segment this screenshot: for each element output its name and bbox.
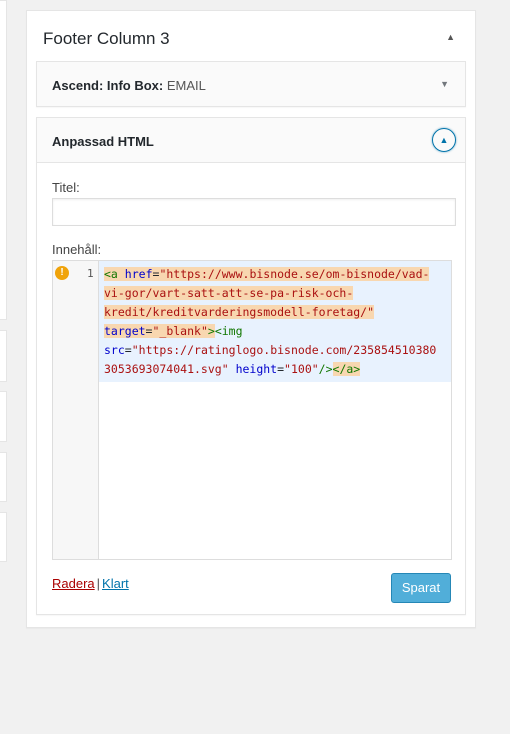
widget-info-box: Ascend: Info Box: EMAIL ▼ xyxy=(36,61,466,107)
code-img-open: <img xyxy=(214,324,243,338)
sidebar-title[interactable]: Footer Column 3 xyxy=(43,29,170,49)
left-panel-edge-3 xyxy=(0,391,7,442)
widget-title[interactable]: Anpassad HTML xyxy=(52,134,154,149)
widget-header[interactable]: Anpassad HTML ▲ xyxy=(37,118,465,163)
code-a-gt: > xyxy=(207,324,215,338)
code-a-close: </a> xyxy=(332,362,361,376)
widget-custom-html: Anpassad HTML ▲ Titel: Innehåll: ! 1 <a … xyxy=(36,117,466,615)
line-number: 1 xyxy=(87,267,94,280)
code-target-attr: target xyxy=(104,324,146,338)
editor-gutter: ! 1 xyxy=(53,261,99,559)
widget-area-footer-column-3: Footer Column 3 ▲ Ascend: Info Box: EMAI… xyxy=(26,10,476,628)
code-href-attr: href xyxy=(124,267,153,281)
code-height-val: "100" xyxy=(284,362,319,376)
warning-icon[interactable]: ! xyxy=(55,266,69,280)
code-src-attr: src xyxy=(104,343,125,357)
code-src-val-1: "https://ratinglogo.bisnode.com/23585451… xyxy=(131,343,437,357)
left-panel-edge-4 xyxy=(0,452,7,502)
code-height-attr: height xyxy=(235,362,278,376)
link-separator: | xyxy=(96,576,101,591)
left-panel-edge-2 xyxy=(0,330,7,382)
code-href-val-2: vi-gor/vart-satt-att-se-pa-risk-och- xyxy=(104,286,354,300)
code-target-val: "_blank" xyxy=(152,324,208,338)
triangle-down-icon[interactable]: ▼ xyxy=(440,79,449,89)
left-panel-edge-1 xyxy=(0,0,7,320)
left-panel-edge-5 xyxy=(0,512,7,562)
delete-link[interactable]: Radera xyxy=(52,576,95,591)
widget-title[interactable]: Ascend: Info Box: EMAIL xyxy=(52,78,206,93)
widget-title-text: Ascend: Info Box: xyxy=(52,78,164,93)
done-link[interactable]: Klart xyxy=(102,576,129,591)
content-label: Innehåll: xyxy=(52,242,102,257)
save-button[interactable]: Sparat xyxy=(391,573,451,603)
widget-header[interactable]: Ascend: Info Box: EMAIL ▼ xyxy=(37,62,465,106)
code-img-close: /> xyxy=(318,362,333,376)
code-href-val-1: "https://www.bisnode.se/om-bisnode/vad- xyxy=(159,267,430,281)
circle-arrow-up-icon[interactable]: ▲ xyxy=(432,128,456,152)
code-editor[interactable]: ! 1 <a href="https://www.bisnode.se/om-b… xyxy=(52,260,452,560)
code-href-val-3: kredit/kreditvarderingsmodell-foretag/" xyxy=(104,305,375,319)
code-a-open: <a xyxy=(104,267,118,281)
triangle-up-icon[interactable]: ▲ xyxy=(446,32,455,42)
code-line[interactable]: <a href="https://www.bisnode.se/om-bisno… xyxy=(99,261,451,382)
widget-instance-title: EMAIL xyxy=(163,78,206,93)
title-label: Titel: xyxy=(52,180,80,195)
title-input[interactable] xyxy=(52,198,456,226)
code-src-val-2: 3053693074041.svg" xyxy=(104,362,229,376)
widget-control-actions: Radera | Klart xyxy=(52,576,129,591)
